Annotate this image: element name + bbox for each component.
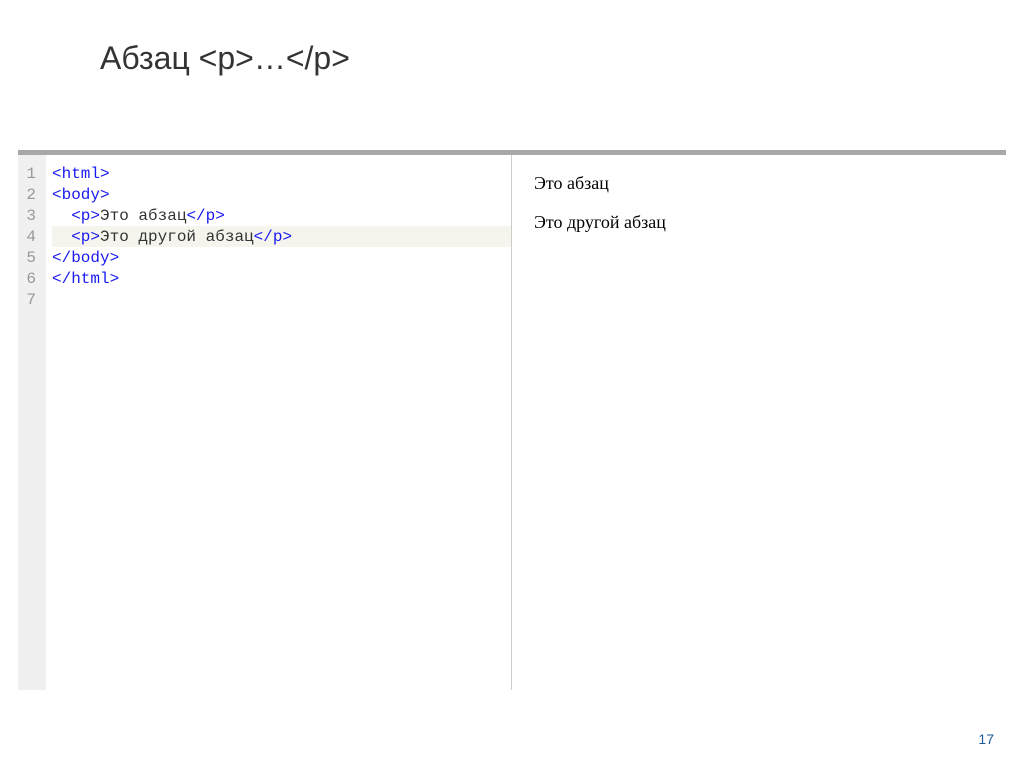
line-number-gutter: 1 2 3 4 5 6 7 [18, 155, 46, 690]
line-number: 7 [24, 289, 36, 310]
code-tag: </body> [52, 249, 119, 267]
code-line: </body> [52, 247, 511, 268]
preview-paragraph: Это другой абзац [534, 212, 984, 233]
preview-pane: Это абзац Это другой абзац [512, 155, 1006, 690]
preview-paragraph: Это абзац [534, 173, 984, 194]
code-indent [52, 207, 71, 225]
code-tag: </p> [186, 207, 224, 225]
line-number: 5 [24, 247, 36, 268]
line-number: 1 [24, 163, 36, 184]
code-editor-pane: 1 2 3 4 5 6 7 <html> <body> <p>Это абзац… [18, 155, 512, 690]
code-text: Это другой абзац [100, 228, 254, 246]
slide-title: Абзац <p>…</p> [100, 40, 350, 77]
code-tag: <body> [52, 186, 110, 204]
code-line: </html> [52, 268, 511, 289]
code-line: <p>Это другой абзац</p> [52, 226, 511, 247]
line-number: 2 [24, 184, 36, 205]
code-line: <body> [52, 184, 511, 205]
page-number: 17 [978, 731, 994, 747]
line-number: 3 [24, 205, 36, 226]
code-line [52, 289, 511, 310]
code-tag: </html> [52, 270, 119, 288]
line-number: 4 [24, 226, 36, 247]
code-tag: </p> [254, 228, 292, 246]
code-indent [52, 228, 71, 246]
code-text: Это абзац [100, 207, 186, 225]
code-tag: <p> [71, 228, 100, 246]
content-area: 1 2 3 4 5 6 7 <html> <body> <p>Это абзац… [18, 150, 1006, 690]
code-line: <p>Это абзац</p> [52, 205, 511, 226]
code-tag: <html> [52, 165, 110, 183]
code-line: <html> [52, 163, 511, 184]
code-content: <html> <body> <p>Это абзац</p> <p>Это др… [46, 155, 511, 690]
line-number: 6 [24, 268, 36, 289]
code-tag: <p> [71, 207, 100, 225]
